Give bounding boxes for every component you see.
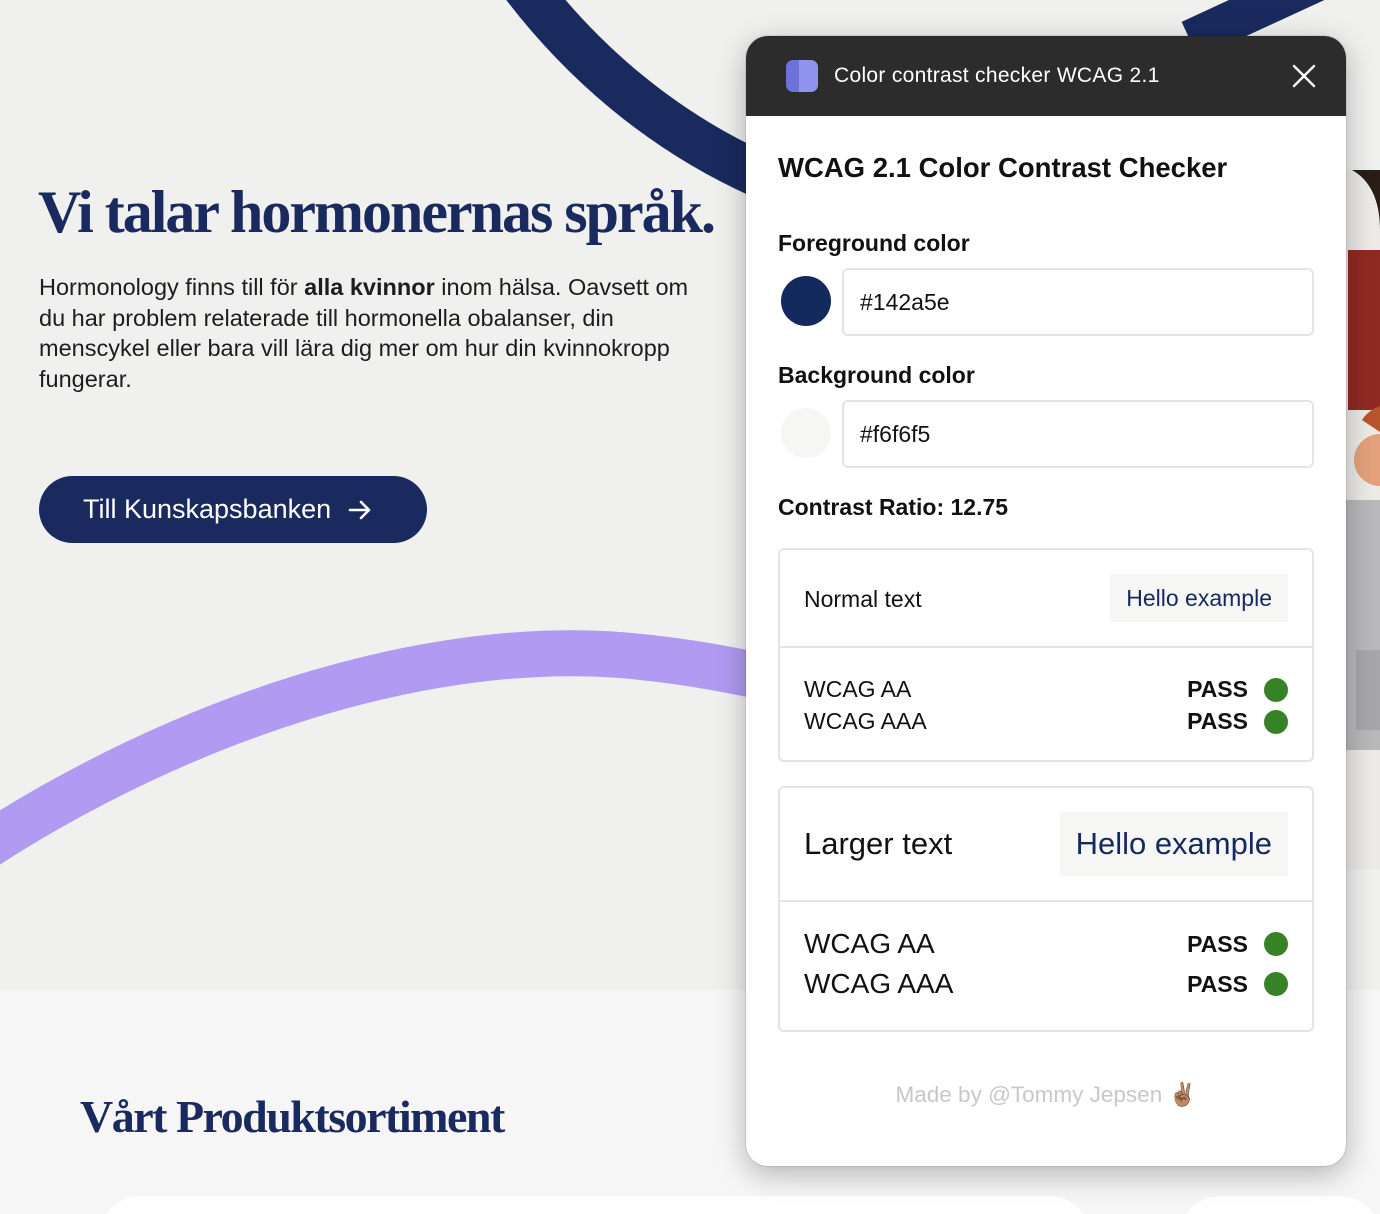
pass-indicator-icon (1264, 972, 1288, 996)
pass-indicator-icon (1264, 677, 1288, 702)
result-row: WCAG AAA PASS (804, 708, 1288, 735)
cta-label: Till Kunskapsbanken (83, 494, 332, 524)
result-row: WCAG AA PASS (804, 928, 1288, 960)
extension-icon (786, 60, 818, 92)
arrow-right-icon (347, 497, 373, 523)
result-status: PASS (1187, 708, 1248, 734)
normal-text-label: Normal text (804, 586, 922, 612)
larger-text-sample: Hello example (1059, 812, 1288, 876)
background-label: Background color (778, 362, 975, 388)
background-swatch[interactable] (781, 408, 831, 458)
made-by-credit[interactable]: Made by @Tommy Jepsen ✌🏽 (746, 1082, 1346, 1108)
hero-photo (1340, 170, 1380, 870)
result-row: WCAG AA PASS (804, 676, 1288, 703)
product-card[interactable] (100, 1196, 1090, 1214)
hero-title: Vi talar hormonernas språk. (38, 179, 716, 245)
close-icon[interactable] (1290, 62, 1318, 90)
checker-heading: WCAG 2.1 Color Contrast Checker (778, 152, 1228, 183)
popup-window-title: Color contrast checker WCAG 2.1 (834, 64, 1160, 87)
pass-indicator-icon (1264, 932, 1288, 956)
normal-text-sample: Hello example (1110, 574, 1288, 622)
wcag-level: WCAG AA (804, 676, 912, 702)
wcag-level: WCAG AA (804, 928, 935, 959)
normal-text-results: Normal text Hello example WCAG AA PASS W… (778, 548, 1314, 762)
foreground-input[interactable] (842, 268, 1314, 336)
larger-text-results: Larger text Hello example WCAG AA PASS W… (778, 786, 1314, 1032)
contrast-ratio: Contrast Ratio: 12.75 (778, 494, 1009, 520)
result-status: PASS (1187, 676, 1248, 702)
background-input[interactable] (842, 400, 1314, 468)
wcag-level: WCAG AAA (804, 968, 954, 999)
wcag-level: WCAG AAA (804, 708, 927, 734)
products-title: Vårt Produktsortiment (80, 1091, 505, 1142)
foreground-swatch[interactable] (781, 276, 831, 326)
larger-text-header: Larger text Hello example (780, 788, 1312, 902)
larger-text-label: Larger text (804, 826, 953, 861)
result-status: PASS (1187, 970, 1248, 997)
foreground-label: Foreground color (778, 230, 970, 256)
result-row: WCAG AAA PASS (804, 968, 1288, 1000)
kunskapsbanken-button[interactable]: Till Kunskapsbanken (39, 476, 427, 543)
contrast-checker-popup: Color contrast checker WCAG 2.1 WCAG 2.1… (746, 36, 1346, 1166)
result-status: PASS (1187, 930, 1248, 957)
hero-description: Hormonology finns till för alla kvinnor … (39, 274, 689, 392)
normal-text-header: Normal text Hello example (780, 550, 1312, 648)
pass-indicator-icon (1264, 709, 1288, 734)
product-card[interactable] (1180, 1196, 1380, 1214)
popup-titlebar: Color contrast checker WCAG 2.1 (746, 36, 1346, 116)
